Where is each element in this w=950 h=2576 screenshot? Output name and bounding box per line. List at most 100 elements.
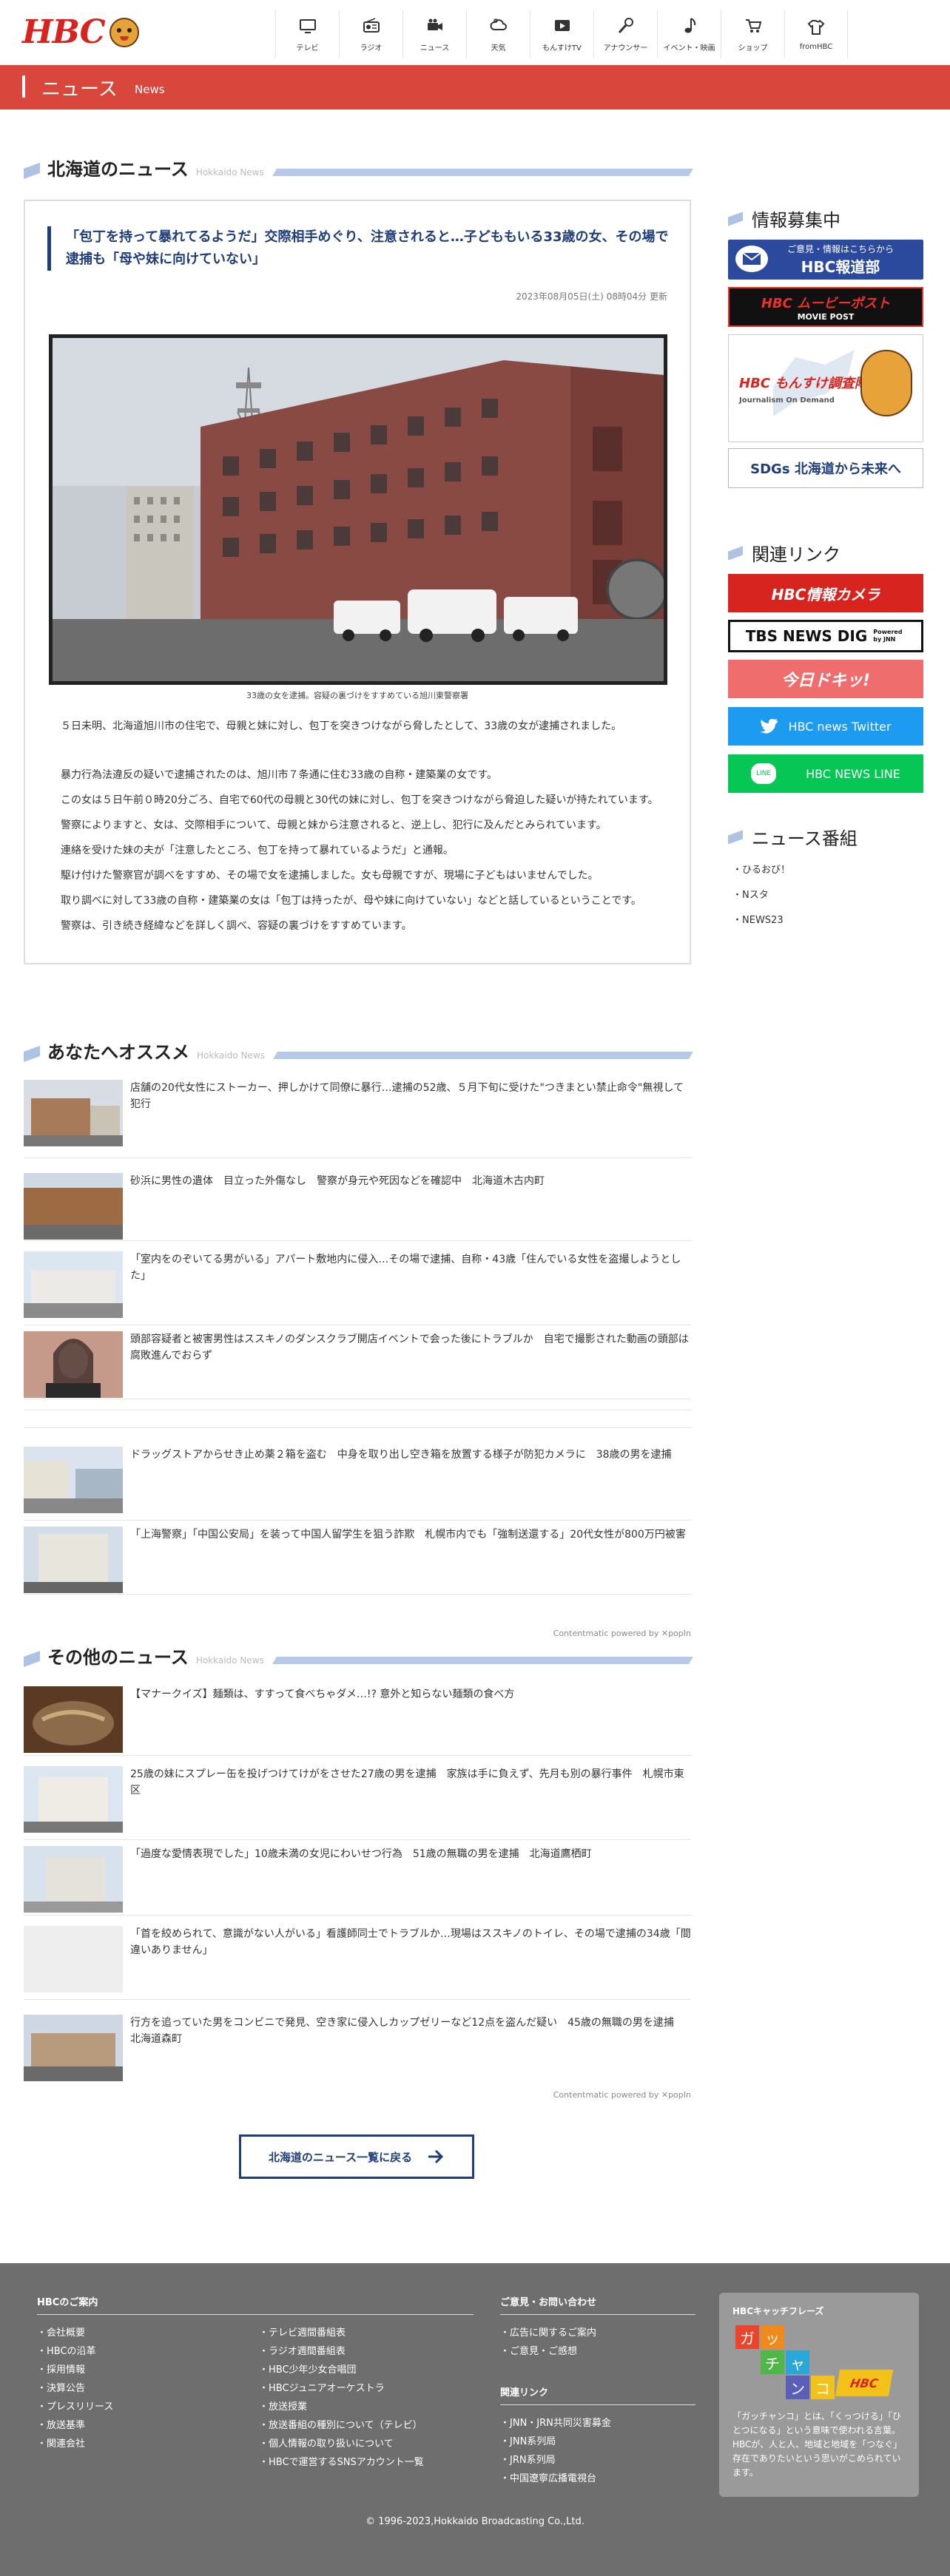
footer-link[interactable]: 放送授業 [259,2398,424,2416]
news-thumbnail [24,2015,123,2081]
recommend-item[interactable]: 店舗の20代女性にストーカー、押しかけて同僚に暴行…逮捕の52歳、５月下旬に受け… [24,1080,691,1158]
footer-link[interactable]: HBCで運営するSNSアカウント一覧 [259,2453,424,2472]
catch-hbc-logo: HBC [835,2370,894,2396]
recommend-item[interactable]: 砂浜に男性の遺体 目立った外傷なし 警察が身元や死因などを確認中 北海道木古内町 [24,1173,691,1241]
link-twitter[interactable]: HBC news Twitter [728,707,923,746]
news-thumbnail [24,1686,123,1753]
nav-weather[interactable]: 天気 [466,10,530,58]
nav-label: アナウンサー [603,44,648,53]
powered-by-popin[interactable]: Contentmatic powered by ✕popIn [553,2090,691,2100]
nav-shop[interactable]: ショップ [721,10,784,58]
article-photo [49,334,667,685]
news-headline: 「上海警察」「中国公安局」を装って中国人留学生を狙う詐欺 札幌市内でも「強制送還… [130,1529,686,1541]
footer-external-link[interactable]: 中国遼寧広播電視台 [500,2469,611,2488]
article-paragraph: 暴力行為法違反の疑いで逮捕されたのは、旭川市７条通に住む33歳の自称・建築業の女… [61,769,497,781]
mascot-icon [860,350,912,416]
other-news-item[interactable]: 行方を追っていた男をコンビニで発見、空き家に侵入しカップゼリーなど12点を盗んだ… [24,2015,691,2084]
banner-monsuke-investigation[interactable]: HBC もんすけ調査隊 Journalism On Demand [728,334,923,442]
footer-link[interactable]: 個人情報の取り扱いについて [259,2435,424,2453]
nav-label: イベント・映画 [663,44,715,53]
program-link[interactable]: NEWS23 [732,908,917,933]
news-thumbnail [24,1846,123,1913]
nav-label: ラジオ [360,44,383,53]
nav-radio[interactable]: ラジオ [339,10,402,58]
divider [24,1427,691,1428]
page-title: ニュース [41,78,118,101]
other-news-item[interactable]: 「首を絞められて、意識がない人がいる」看護師同士でトラブルか…現場はススキノのト… [24,1926,691,2000]
recommend-item[interactable]: 頭部容疑者と被害男性はススキノのダンスクラブ開店イベントで会った後にトラブルか … [24,1331,691,1399]
footer-link[interactable]: プレスリリース [37,2398,113,2416]
footer-related-title: 関連リンク [500,2384,695,2405]
cart-icon [745,18,761,33]
other-news-item[interactable]: 25歳の妹にスプレー缶を投げつけてけがをさせた27歳の男を逮捕 家族は手に負えず… [24,1766,691,1840]
footer-link[interactable]: ラジオ週間番組表 [259,2342,424,2361]
mail-icon [735,246,768,272]
footer-link[interactable]: 採用情報 [37,2361,113,2379]
link-hbc-camera[interactable]: HBC情報カメラ [728,574,923,612]
heading-rule [273,1052,693,1059]
catchphrase-title: HBCキャッチフレーズ [732,2306,824,2316]
footer-external-link[interactable]: JRN系列局 [500,2451,611,2469]
nav-tv[interactable]: テレビ [275,10,339,58]
hbc-logo[interactable]: HBC [22,13,139,51]
program-link[interactable]: ひるおび！ [732,858,917,883]
heading-mark [728,829,743,845]
footer-link[interactable]: 関連会社 [37,2435,113,2453]
link-label: HBC NEWS LINE [806,766,900,781]
program-link[interactable]: Nスタ [732,883,917,908]
program-list: ひるおび！ Nスタ NEWS23 [732,858,917,933]
nav-label: ニュース [420,44,450,53]
footer-link[interactable]: 放送基準 [37,2416,113,2435]
banner-hbc-newsroom[interactable]: ご意見・情報はこちらから HBC報道部 [728,240,923,280]
other-news-item[interactable]: 「過度な愛情表現でした」10歳未満の女児にわいせつ行為 51歳の無職の男を逮捕 … [24,1846,691,1916]
catchphrase-text: 「ガッチャンコ」とは、「くっつける」「ひとつになる」という意味で使われる言葉。H… [732,2411,903,2478]
shirt-icon [807,19,825,35]
link-kyou-doki[interactable]: 今日ドキッ! [728,660,923,698]
news-headline: 頭部容疑者と被害男性はススキノのダンスクラブ開店イベントで会った後にトラブルか … [130,1333,689,1362]
footer-link[interactable]: ご意見・ご感想 [500,2342,596,2361]
footer-external-link[interactable]: JNN・JRN共同災害募金 [500,2414,611,2433]
footer-link[interactable]: 広告に関するご案内 [500,2324,596,2342]
section-subtitle: Hokkaido News [197,1050,265,1061]
sidebar-programs-heading: ニュース番組 [728,824,926,850]
site-header: HBC テレビ ラジオ ニュース 天気 もんすけTV アナウンサー イベント・映… [0,0,950,65]
banner-sub: MOVIE POST [797,311,855,322]
footer-link[interactable]: 放送番組の種別について（テレビ） [259,2416,424,2435]
global-nav: テレビ ラジオ ニュース 天気 もんすけTV アナウンサー イベント・映画 ショ… [275,10,848,58]
banner-label: HBC ムービーポスト [761,295,891,311]
back-to-news-list-button[interactable]: 北海道のニュース一覧に戻る [239,2134,474,2179]
footer-link[interactable]: 会社概要 [37,2324,113,2342]
footer-link[interactable]: HBCジュニアオーケストラ [259,2379,424,2398]
banner-sdgs[interactable]: SDGs 北海道から未来へ [728,448,923,488]
recommend-item[interactable]: 「室内をのぞいてる男がいる」アパート敷地内に侵入…その場で逮捕、自称・43歳「住… [24,1251,691,1325]
radio-icon [363,17,380,33]
heading-mark [24,1045,40,1063]
footer-external-link[interactable]: JNN系列局 [500,2433,611,2451]
link-line[interactable]: LINE HBC NEWS LINE [728,754,923,793]
footer-about-list: 会社概要 HBCの沿革 採用情報 決算公告 プレスリリース 放送基準 関連会社 [37,2324,113,2453]
nav-monsuke-tv[interactable]: もんすけTV [530,10,593,58]
footer-contact-title: ご意見・お問い合わせ [500,2294,695,2315]
other-news-item[interactable]: 【マナークイズ】麺類は、すすって食べちゃダメ…!? 意外と知らない麺類の食べ方 [24,1686,691,1756]
footer-link[interactable]: HBCの沿革 [37,2342,113,2361]
play-icon [554,19,570,31]
nav-label: 天気 [491,44,506,53]
footer-link[interactable]: 決算公告 [37,2379,113,2398]
nav-announcer[interactable]: アナウンサー [593,10,657,58]
article-paragraph: ５日未明、北海道旭川市の住宅で、母親と妹に対し、包丁を突きつけながら脅したとして… [61,720,622,732]
photo-caption: 33歳の女を逮捕。容疑の裏づけをすすめている旭川東警察署 [246,691,468,700]
footer-link[interactable]: HBC少年少女合唱団 [259,2361,424,2379]
catch-char: チ [761,2350,784,2374]
powered-by-popin[interactable]: Contentmatic powered by ✕popIn [553,1629,691,1638]
banner-sub: Journalism On Demand [739,396,835,405]
nav-from-hbc[interactable]: fromHBC [784,10,848,58]
recommend-item[interactable]: 「上海警察」「中国公安局」を装って中国人留学生を狙う詐欺 札幌市内でも「強制送還… [24,1527,691,1595]
article-paragraph: 駆け付けた警察官が調べをすすめ、その場で女を逮捕しました。女も母親ですが、現場に… [61,870,599,882]
footer-link[interactable]: テレビ週間番組表 [259,2324,424,2342]
nav-news[interactable]: ニュース [402,10,466,58]
nav-event-movie[interactable]: イベント・映画 [657,10,721,58]
link-tbs-news-dig[interactable]: TBS NEWS DIG Powered by JNN [728,620,923,652]
banner-movie-post[interactable]: HBC ムービーポスト MOVIE POST [728,287,923,327]
article-paragraph: 警察によりますと、女は、交際相手について、母親と妹から注意されると、逆上し、犯行… [61,819,607,831]
recommend-item[interactable]: ドラッグストアからせき止め薬２箱を盗む 中身を取り出し空き箱を放置する様子が防犯… [24,1447,691,1521]
